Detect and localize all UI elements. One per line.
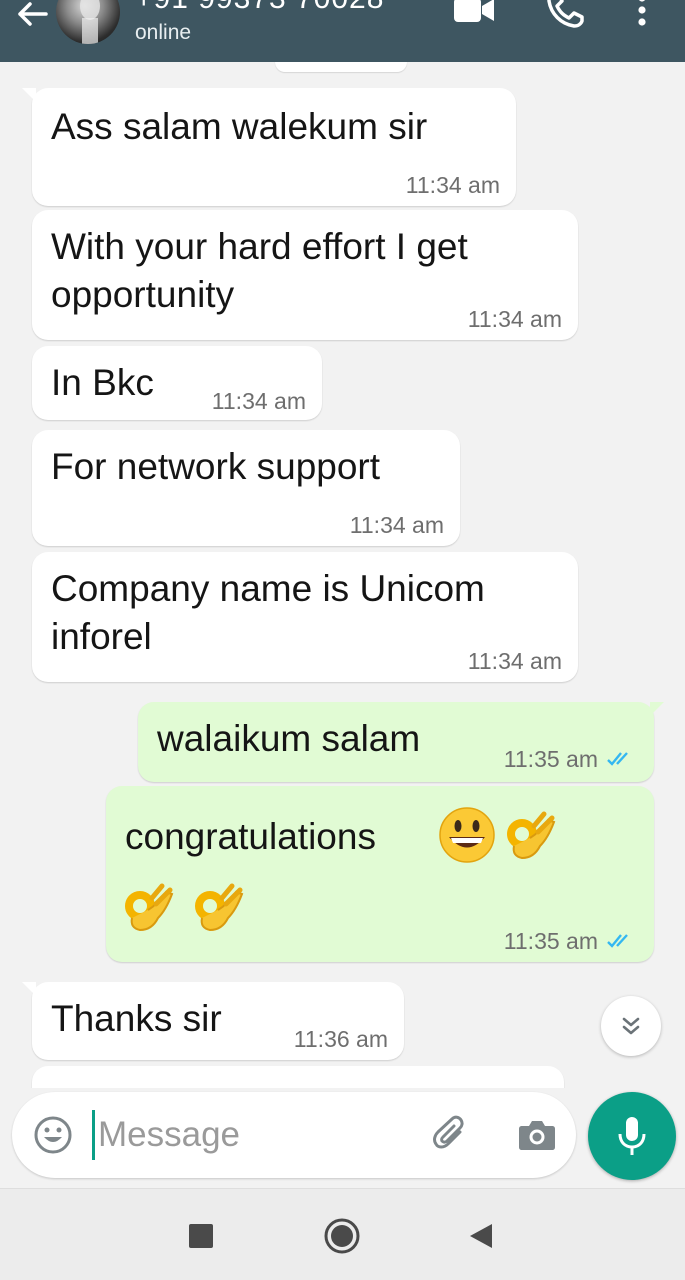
ok-hand-emoji	[195, 883, 244, 932]
presence-status: online	[135, 21, 192, 44]
ok-hand-emoji	[125, 883, 174, 932]
double-chevron-down-icon	[622, 1017, 640, 1035]
system-nav-bar	[0, 1188, 685, 1280]
message-bubble-incoming[interactable]: Ass salam walekum sir 11:34 am	[22, 88, 516, 206]
double-check-read-icon	[607, 752, 628, 766]
avatar[interactable]	[56, 0, 120, 44]
mic-icon	[618, 1117, 646, 1155]
emoji-icon[interactable]	[32, 1114, 74, 1156]
message-time: 11:34 am	[405, 172, 500, 198]
message-bubble-incoming[interactable]: For network support 11:34 am	[32, 430, 460, 546]
message-bubble-incoming[interactable]: In Bkc 11:34 am	[32, 346, 322, 420]
grinning-face-emoji	[439, 807, 495, 863]
message-text-line: inforel	[51, 616, 152, 657]
message-time: 11:34 am	[467, 306, 562, 332]
message-text: In Bkc	[51, 362, 154, 403]
bubble-tail	[650, 702, 664, 716]
message-list[interactable]: Ass salam walekum sir 11:34 am With your…	[0, 62, 685, 1088]
message-time: 11:35 am	[503, 746, 598, 772]
phone-icon[interactable]	[545, 0, 585, 30]
message-text-line: Company name is Unicom	[51, 568, 485, 609]
message-bubble-incoming[interactable]: Company name is Unicom inforel 11:34 am	[32, 552, 578, 682]
message-bubble-partial	[32, 1066, 564, 1088]
message-text-line: With your hard effort I get	[51, 226, 468, 267]
video-call-icon[interactable]	[452, 0, 496, 30]
message-bubble-partial	[275, 62, 407, 72]
recents-icon[interactable]	[188, 1223, 214, 1249]
ok-hand-emoji	[507, 811, 556, 860]
message-input[interactable]	[98, 1110, 418, 1160]
scroll-to-bottom-button[interactable]	[601, 996, 661, 1056]
bubble-tail	[22, 88, 36, 102]
back-icon[interactable]	[468, 1222, 494, 1250]
message-text: Thanks sir	[51, 998, 222, 1039]
contact-number[interactable]: +91 99373 70028	[135, 0, 384, 16]
bubble-tail	[22, 982, 36, 996]
message-time: 11:34 am	[467, 648, 562, 674]
message-text: walaikum salam	[157, 718, 421, 759]
home-icon[interactable]	[323, 1217, 361, 1255]
message-time: 11:35 am	[503, 928, 598, 954]
chat-header: +91 99373 70028 online	[0, 0, 685, 62]
mic-button[interactable]	[588, 1092, 676, 1180]
message-bubble-incoming[interactable]: With your hard effort I get opportunity …	[32, 210, 578, 340]
message-time: 11:34 am	[349, 512, 444, 538]
message-text: For network support	[51, 446, 381, 487]
more-vert-icon[interactable]	[630, 0, 654, 30]
message-text: congratulations	[125, 816, 376, 857]
camera-icon[interactable]	[516, 1114, 558, 1156]
text-cursor	[92, 1110, 95, 1160]
message-text: Ass salam walekum sir	[51, 106, 428, 147]
message-time: 11:34 am	[211, 388, 306, 414]
message-text-line: opportunity	[51, 274, 235, 315]
message-bubble-outgoing[interactable]: congratulations 11:35 am	[106, 786, 654, 962]
message-bubble-outgoing[interactable]: walaikum salam 11:35 am	[138, 702, 664, 782]
back-arrow-icon[interactable]	[10, 0, 54, 36]
message-bubble-incoming[interactable]: Thanks sir 11:36 am	[22, 982, 404, 1060]
message-time: 11:36 am	[293, 1026, 388, 1052]
double-check-read-icon	[607, 934, 628, 948]
message-composer	[12, 1092, 576, 1178]
attach-icon[interactable]	[430, 1114, 472, 1156]
